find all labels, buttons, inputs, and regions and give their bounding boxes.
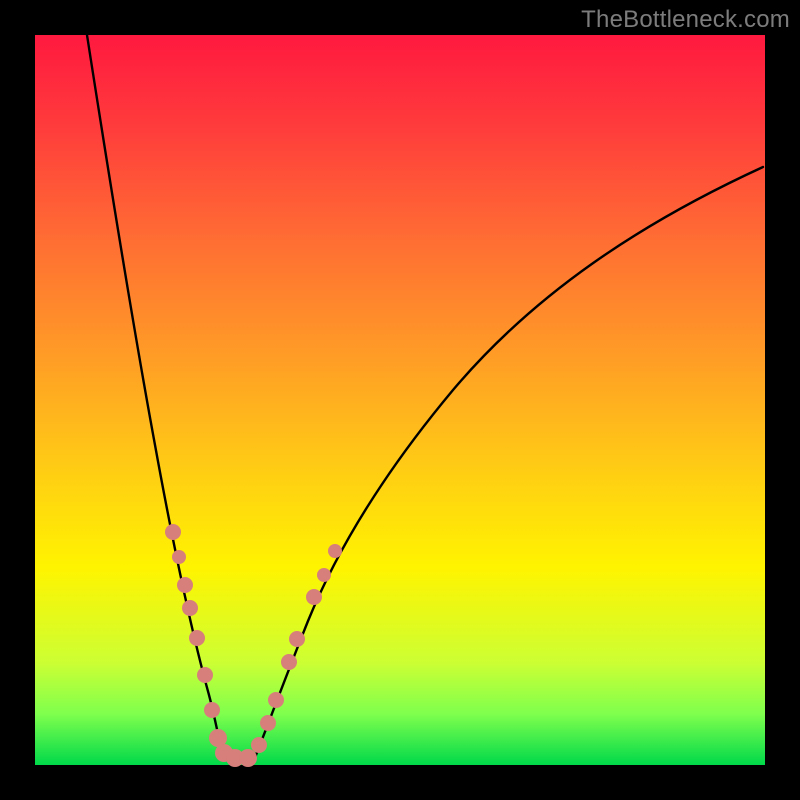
dot: [189, 630, 205, 646]
dot: [317, 568, 331, 582]
dot: [260, 715, 276, 731]
chart-svg: [35, 35, 765, 765]
dot: [328, 544, 342, 558]
right-curve: [254, 167, 763, 760]
left-curve: [87, 35, 226, 760]
dot: [289, 631, 305, 647]
chart-frame: TheBottleneck.com: [0, 0, 800, 800]
dot: [165, 524, 181, 540]
dot: [177, 577, 193, 593]
dot: [251, 737, 267, 753]
dot: [268, 692, 284, 708]
dot: [281, 654, 297, 670]
watermark-text: TheBottleneck.com: [581, 6, 790, 34]
dot: [204, 702, 220, 718]
dots-left-group: [165, 524, 257, 767]
dot: [197, 667, 213, 683]
dot: [182, 600, 198, 616]
dot: [239, 749, 257, 767]
dot: [306, 589, 322, 605]
dot: [172, 550, 186, 564]
